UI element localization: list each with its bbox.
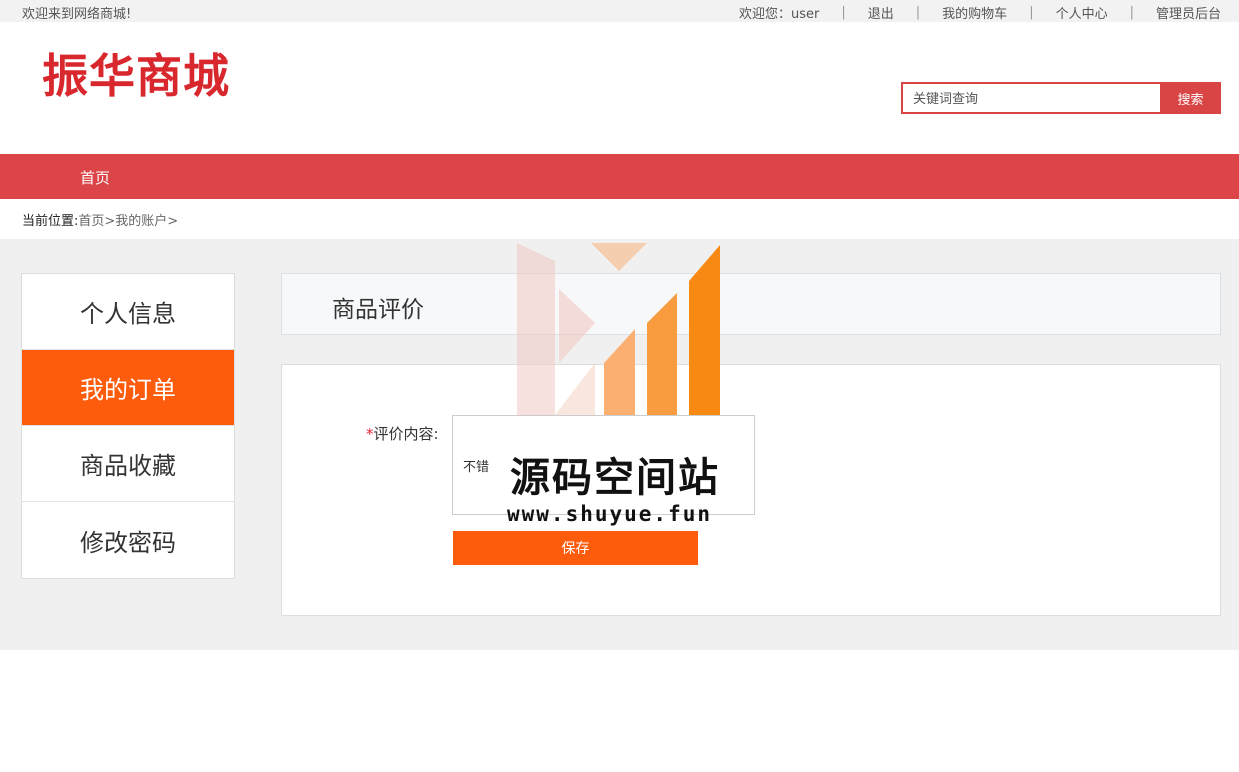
header: 振华商城 搜索 [0,22,1239,154]
divider: | [1029,5,1034,20]
search-input[interactable] [901,82,1160,114]
top-bar: 欢迎来到网络商城! 欢迎您：user | 退出 | 我的购物车 | 个人中心 |… [0,0,1239,22]
watermark-text: 源码空间站 [510,455,720,501]
profile-center-link[interactable]: 个人中心 [1056,3,1108,22]
section-header: 商品评价 [281,273,1221,335]
divider: | [915,5,921,20]
admin-link[interactable]: 管理员后台 [1156,3,1221,22]
breadcrumb-path[interactable]: 首页>我的账户> [78,214,178,229]
nav-item-home[interactable]: 首页 [80,167,110,188]
sidebar-item-change-password[interactable]: 修改密码 [22,502,234,578]
sidebar-item-orders[interactable]: 我的订单 [22,350,234,426]
required-mark: * [366,425,374,443]
watermark-url: www.shuyue.fun [507,502,713,526]
cart-link[interactable]: 我的购物车 [942,3,1007,22]
welcome-text: 欢迎来到网络商城! [22,7,132,22]
site-logo[interactable]: 振华商城 [42,40,230,106]
breadcrumb-label: 当前位置: [22,214,79,229]
top-links: 欢迎您：user | 退出 | 我的购物车 | 个人中心 | 管理员后台 [739,3,1221,22]
breadcrumb: 当前位置:首页>我的账户> [22,210,178,229]
logout-link[interactable]: 退出 [868,3,894,22]
search-button[interactable]: 搜索 [1160,82,1221,114]
sidebar-item-profile[interactable]: 个人信息 [22,274,234,350]
page-title: 商品评价 [332,297,424,323]
save-button[interactable]: 保存 [453,531,698,565]
watermark-logo-icon [517,243,720,415]
sidebar-item-favorites[interactable]: 商品收藏 [22,426,234,502]
account-sidebar: 个人信息 我的订单 商品收藏 修改密码 [21,273,235,579]
review-content-label: *评价内容: [366,423,439,444]
main-nav: 首页 [0,154,1239,199]
user-greeting: 欢迎您：user [739,7,820,22]
search-box: 搜索 [901,82,1221,114]
review-content-label-text: 评价内容: [373,425,439,443]
divider: | [1129,5,1134,20]
review-form: *评价内容: 不错 保存 [281,364,1221,616]
divider: | [841,5,846,20]
